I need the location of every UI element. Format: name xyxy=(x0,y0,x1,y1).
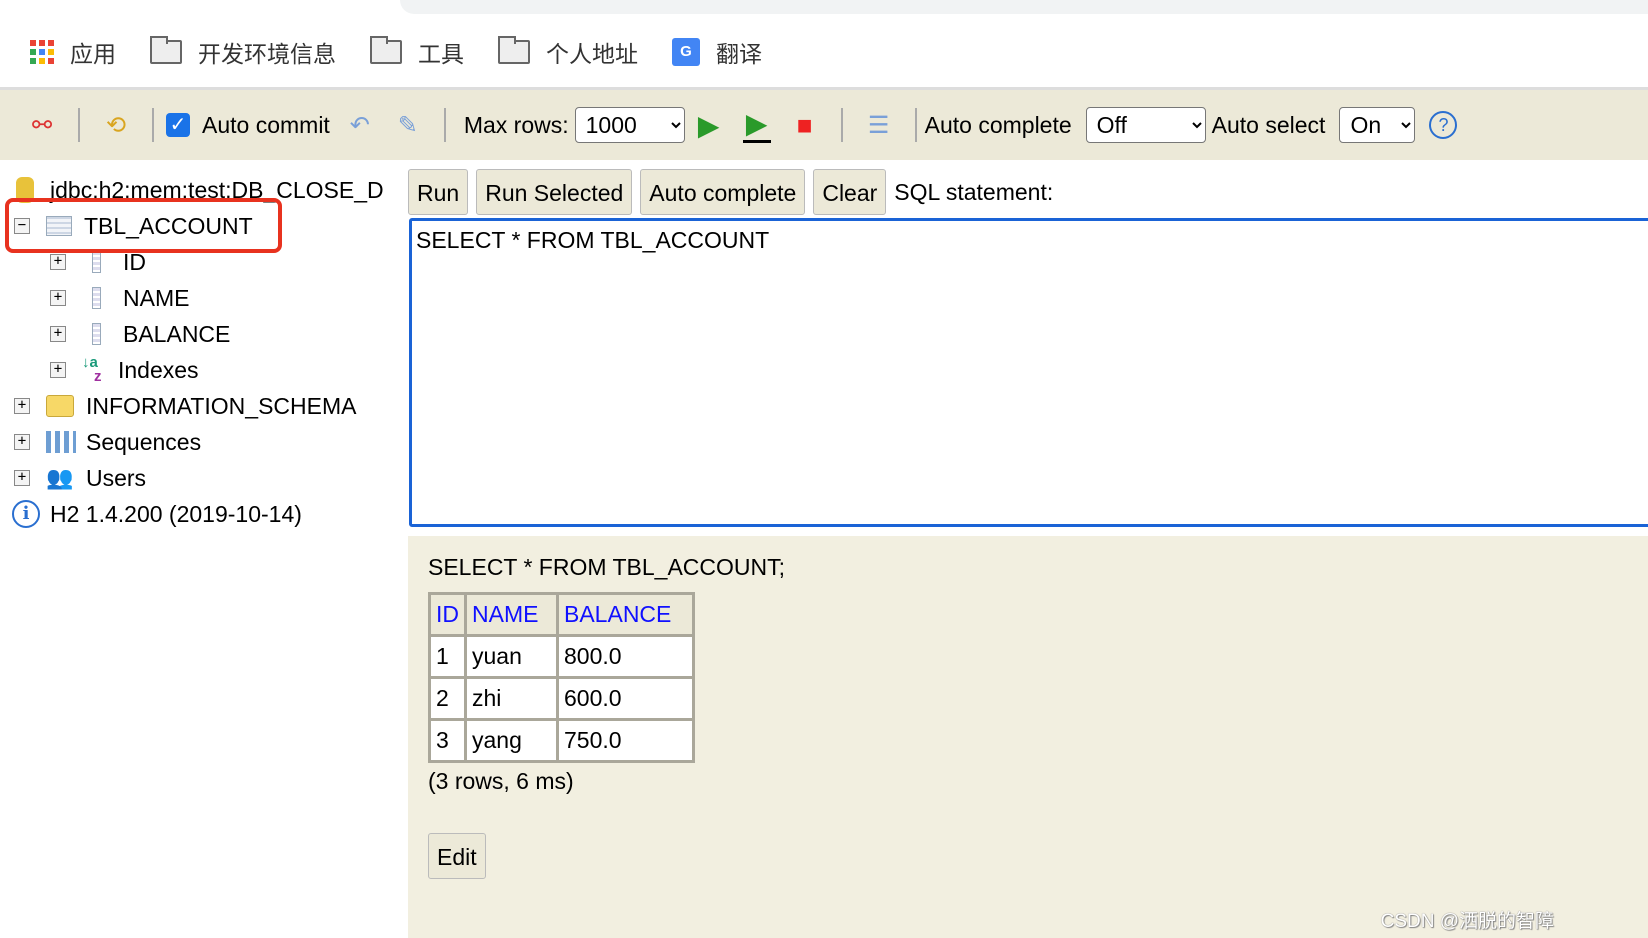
refresh-icon[interactable]: ⟲ xyxy=(102,111,130,140)
bookmark-label: 个人地址 xyxy=(546,41,638,67)
bookmark-label: 应用 xyxy=(70,41,116,67)
disconnect-icon[interactable]: ⚯ xyxy=(28,111,56,140)
cell: 3 xyxy=(428,718,467,763)
cell: yang xyxy=(464,718,559,763)
expand-icon[interactable]: + xyxy=(14,470,30,486)
results-panel: SELECT * FROM TBL_ACCOUNT; ID NAME BALAN… xyxy=(408,536,1648,938)
folder-icon xyxy=(150,36,182,64)
tree-schema[interactable]: + INFORMATION_SCHEMA xyxy=(14,388,356,424)
expand-icon[interactable]: + xyxy=(50,326,66,342)
users-label: Users xyxy=(86,464,147,491)
auto-select-select[interactable]: On xyxy=(1339,107,1416,143)
cell: yuan xyxy=(464,634,559,679)
divider xyxy=(840,108,843,142)
version-label: H2 1.4.200 (2019-10-14) xyxy=(50,500,302,527)
cell: zhi xyxy=(464,676,559,721)
auto-complete-label: Auto complete xyxy=(924,111,1072,138)
google-translate-icon: G xyxy=(672,38,700,66)
help-icon[interactable]: ? xyxy=(1429,111,1458,139)
browser-tab-strip xyxy=(400,0,1648,14)
tree-column[interactable]: + BALANCE xyxy=(50,316,230,352)
run-selected-button[interactable]: Run Selected xyxy=(476,169,633,215)
tree-sequences[interactable]: + Sequences xyxy=(14,424,201,460)
folder-icon xyxy=(46,395,74,417)
executed-statement: SELECT * FROM TBL_ACCOUNT; xyxy=(428,554,786,580)
folder-icon xyxy=(498,36,530,64)
max-rows-label: Max rows: xyxy=(463,111,569,138)
auto-commit-checkbox[interactable]: ✓ xyxy=(166,113,190,137)
expand-icon[interactable]: + xyxy=(50,254,66,270)
table-row: 1 yuan 800.0 xyxy=(428,634,695,679)
tree-version: i H2 1.4.200 (2019-10-14) xyxy=(12,496,302,532)
run-selected-icon[interactable]: ▶ xyxy=(742,107,771,143)
editor-button-row: Run Run Selected Auto complete Clear SQL… xyxy=(408,168,1053,216)
auto-select-label: Auto select xyxy=(1211,111,1326,138)
result-summary: (3 rows, 6 ms) xyxy=(428,768,574,794)
sql-editor[interactable]: SELECT * FROM TBL_ACCOUNT xyxy=(409,218,1648,527)
bookmarks-bar: 应用 开发环境信息 工具 个人地址 G 翻译 xyxy=(0,18,1648,86)
stop-icon[interactable]: ■ xyxy=(791,110,819,141)
table-row: 2 zhi 600.0 xyxy=(428,676,695,721)
schema-name: INFORMATION_SCHEMA xyxy=(86,392,357,419)
info-icon: i xyxy=(12,500,40,528)
column-header[interactable]: ID xyxy=(428,592,467,637)
tree-indexes[interactable]: + ↓a z Indexes xyxy=(50,352,199,388)
auto-commit-label: Auto commit xyxy=(202,111,330,138)
column-header[interactable]: NAME xyxy=(464,592,559,637)
sequences-icon xyxy=(46,431,76,453)
auto-complete-select[interactable]: Off xyxy=(1085,107,1206,143)
table-row: 3 yang 750.0 xyxy=(428,718,695,763)
expand-icon[interactable]: + xyxy=(50,362,66,378)
auto-complete-button[interactable]: Auto complete xyxy=(640,169,806,215)
max-rows-select[interactable]: 1000 xyxy=(574,107,685,143)
table-header-row: ID NAME BALANCE xyxy=(428,592,695,637)
divider xyxy=(78,108,80,142)
bookmark-folder-dev-env[interactable]: 开发环境信息 xyxy=(150,35,336,69)
expand-icon[interactable]: + xyxy=(14,398,30,414)
column-name: BALANCE xyxy=(123,320,231,347)
run-button[interactable]: Run xyxy=(408,169,469,215)
folder-icon xyxy=(370,36,402,64)
clear-button[interactable]: Clear xyxy=(813,169,887,215)
run-icon[interactable]: ▶ xyxy=(695,109,723,142)
column-header[interactable]: BALANCE xyxy=(556,592,695,637)
users-icon: 👥 xyxy=(46,465,74,490)
apps-grid-icon xyxy=(30,40,54,64)
indexes-label: Indexes xyxy=(118,356,199,383)
results-table: ID NAME BALANCE 1 yuan 800.0 2 zhi 600.0 3 ya… xyxy=(428,592,695,763)
commit-icon[interactable]: ✎ xyxy=(394,111,422,140)
cell: 600.0 xyxy=(556,676,695,721)
tree-column[interactable]: + NAME xyxy=(50,280,189,316)
column-icon xyxy=(92,323,101,345)
h2-toolbar: ⚯ ⟲ ✓ Auto commit ↶ ✎ Max rows: 1000 ▶ ▶… xyxy=(0,87,1648,160)
divider xyxy=(914,108,917,142)
history-icon[interactable]: ☰ xyxy=(865,111,893,140)
expand-icon[interactable]: + xyxy=(50,290,66,306)
edit-button[interactable]: Edit xyxy=(428,833,486,879)
column-name: NAME xyxy=(123,284,190,311)
bookmark-label: 工具 xyxy=(418,41,464,67)
watermark: CSDN @洒脱的智障 xyxy=(1380,911,1554,932)
bookmark-translate[interactable]: G 翻译 xyxy=(672,35,762,69)
divider xyxy=(152,108,154,142)
bookmark-folder-personal[interactable]: 个人地址 xyxy=(498,35,638,69)
expand-icon[interactable]: + xyxy=(14,434,30,450)
sequences-label: Sequences xyxy=(86,428,202,455)
bookmark-label: 翻译 xyxy=(716,41,762,67)
column-icon xyxy=(92,287,101,309)
cell: 1 xyxy=(428,634,467,679)
column-icon xyxy=(92,251,101,273)
bookmark-folder-tools[interactable]: 工具 xyxy=(370,35,464,69)
cell: 800.0 xyxy=(556,634,695,679)
sql-statement-label: SQL statement: xyxy=(894,178,1054,205)
tree-users[interactable]: + 👥 Users xyxy=(14,460,146,496)
highlight-annotation xyxy=(5,198,282,253)
bookmark-apps[interactable]: 应用 xyxy=(30,35,116,69)
sort-az-icon: ↓a z xyxy=(82,354,102,385)
divider xyxy=(443,108,446,142)
cell: 750.0 xyxy=(556,718,695,763)
rollback-icon[interactable]: ↶ xyxy=(346,111,374,140)
cell: 2 xyxy=(428,676,467,721)
bookmark-label: 开发环境信息 xyxy=(198,41,336,67)
